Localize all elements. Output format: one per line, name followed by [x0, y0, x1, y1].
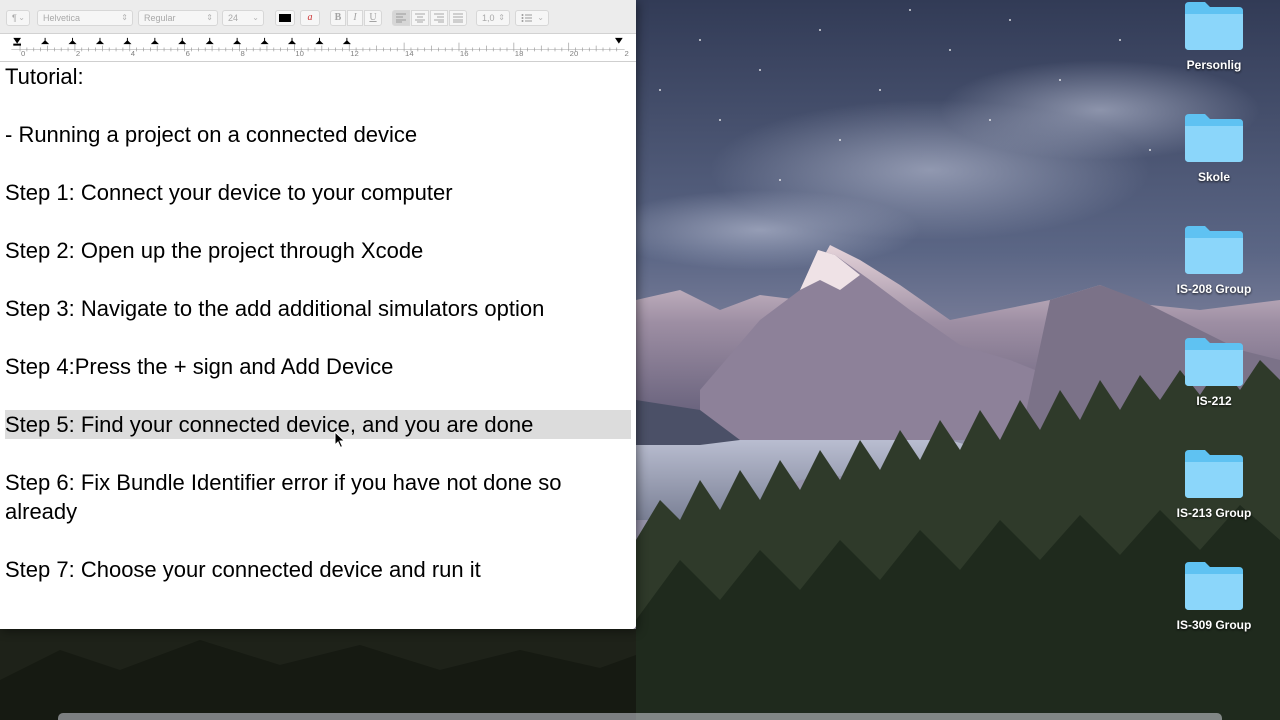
font-style-label: Regular [144, 13, 176, 23]
text-line: Step 4:Press the + sign and Add Device [5, 354, 394, 379]
folder-personlig[interactable]: Personlig [1166, 0, 1262, 90]
folder-label: Skole [1197, 170, 1230, 184]
font-family-label: Helvetica [43, 13, 81, 23]
underline-label: U [369, 12, 377, 23]
bullet-list-icon [521, 14, 532, 22]
chevron-updown-icon: ⇕ [498, 13, 505, 22]
ruler-label: 12 [350, 49, 359, 58]
folder-icon [1185, 226, 1243, 274]
folder-is-212[interactable]: IS-212 [1166, 336, 1262, 426]
bold-label: B [334, 12, 342, 23]
folder-label: Personlig [1186, 58, 1242, 72]
tab-stop-marker[interactable] [205, 37, 214, 45]
bold-button[interactable]: B [330, 10, 346, 26]
tab-stop-marker[interactable] [68, 37, 77, 45]
folder-is-208-group[interactable]: IS-208 Group [1166, 224, 1262, 314]
ruler-label: 18 [515, 49, 524, 58]
text-editor-window: ¶ ⌄ Helvetica ⇕ Regular ⇕ 24 ⌄ a B I U 1… [0, 0, 636, 629]
ruler-label: 14 [405, 49, 414, 58]
tab-stop-marker[interactable] [260, 37, 269, 45]
paragraph-style-label: ¶ [12, 13, 17, 23]
text-line: Step 1: Connect your device to your comp… [5, 180, 453, 205]
align-left-button[interactable] [392, 10, 410, 26]
chevron-down-icon: ⌄ [252, 13, 259, 22]
tab-stop-marker[interactable] [178, 37, 187, 45]
folder-label: IS-309 Group [1176, 618, 1252, 632]
tab-stop-marker[interactable] [150, 37, 159, 45]
justify-button[interactable] [449, 10, 467, 26]
ruler-label: 2 [625, 49, 629, 58]
folder-icon [1185, 114, 1243, 162]
folder-icon [1185, 2, 1243, 50]
paragraph-style-popup[interactable]: ¶ ⌄ [6, 10, 30, 26]
folder-is-309-group[interactable]: IS-309 Group [1166, 560, 1262, 650]
highlight-color-well[interactable]: a [300, 10, 320, 26]
mouse-pointer-icon [334, 431, 346, 449]
font-family-popup[interactable]: Helvetica ⇕ [37, 10, 133, 26]
tab-stop-marker[interactable] [41, 37, 50, 45]
highlight-color-icon: a [307, 12, 313, 23]
left-indent-marker[interactable] [13, 37, 21, 46]
ruler-label: 8 [240, 49, 244, 58]
align-center-button[interactable] [411, 10, 429, 26]
ruler: 0 2 4 6 8 10 12 14 16 18 20 2 [0, 34, 636, 62]
document-text-area[interactable]: Tutorial: - Running a project on a conne… [0, 62, 636, 629]
align-center-icon [415, 13, 425, 23]
folder-label: IS-213 Group [1176, 506, 1252, 520]
text-line: Step 3: Navigate to the add additional s… [5, 296, 545, 321]
ruler-label: 4 [131, 49, 136, 58]
tab-stop-marker[interactable] [95, 37, 105, 45]
underline-button[interactable]: U [364, 10, 382, 26]
folder-label: IS-208 Group [1176, 282, 1252, 296]
folder-is-213-group[interactable]: IS-213 Group [1166, 448, 1262, 538]
italic-button[interactable]: I [347, 10, 363, 26]
ruler-label: 20 [570, 49, 579, 58]
ruler-label: 6 [186, 49, 190, 58]
folder-icon [1185, 562, 1243, 610]
ruler-label: 16 [460, 49, 469, 58]
ruler-label: 2 [76, 49, 80, 58]
tab-stop-marker[interactable] [233, 37, 242, 45]
font-size-value: 24 [228, 13, 239, 23]
justify-icon [453, 13, 463, 23]
text-line: Step 2: Open up the project through Xcod… [5, 238, 424, 263]
tab-stop-marker[interactable] [342, 37, 351, 45]
text-line: - Running a project on a connected devic… [5, 122, 418, 147]
list-style-popup[interactable]: ⌄ [515, 10, 549, 26]
italic-label: I [353, 12, 357, 23]
folder-skole[interactable]: Skole [1166, 112, 1262, 202]
align-left-icon [396, 13, 406, 23]
format-toolbar: ¶ ⌄ Helvetica ⇕ Regular ⇕ 24 ⌄ a B I U 1… [0, 0, 636, 34]
align-right-button[interactable] [430, 10, 448, 26]
ruler-label: 10 [295, 49, 304, 58]
folder-icon [1185, 450, 1243, 498]
ruler-label: 0 [21, 49, 25, 58]
tab-stop-marker[interactable] [123, 37, 132, 45]
chevron-updown-icon: ⇕ [206, 13, 213, 22]
text-line: Tutorial: [5, 64, 84, 89]
text-color-well[interactable] [275, 10, 295, 26]
tab-stop-marker[interactable] [287, 37, 297, 45]
text-line: Step 6: Fix Bundle Identifier error if y… [5, 470, 562, 495]
chevron-updown-icon: ⇕ [121, 13, 128, 22]
chevron-down-icon: ⌄ [537, 13, 544, 22]
right-indent-marker[interactable] [615, 37, 623, 44]
selected-text-line: Step 5: Find your connected device, and … [5, 410, 631, 439]
tab-stop-marker[interactable] [315, 37, 324, 45]
line-spacing-value: 1,0 [482, 13, 495, 23]
folder-icon [1185, 338, 1243, 386]
dock[interactable] [58, 713, 1222, 720]
font-size-combo[interactable]: 24 ⌄ [222, 10, 264, 26]
font-style-popup[interactable]: Regular ⇕ [138, 10, 218, 26]
folder-label: IS-212 [1196, 394, 1232, 408]
text-color-swatch [279, 14, 291, 22]
line-spacing-popup[interactable]: 1,0 ⇕ [476, 10, 510, 26]
align-right-icon [434, 13, 444, 23]
text-line: already [5, 499, 78, 524]
chevron-down-icon: ⌄ [18, 13, 25, 22]
text-line: Step 7: Choose your connected device and… [5, 557, 481, 582]
